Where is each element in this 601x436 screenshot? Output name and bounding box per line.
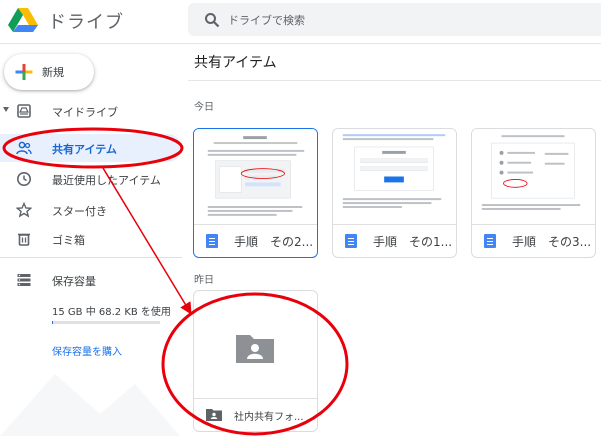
- sidebar-item-my-drive[interactable]: マイドライブ: [0, 97, 182, 125]
- sidebar-item-starred[interactable]: スター付き: [0, 196, 182, 224]
- sidebar-item-label: マイドライブ: [52, 106, 118, 119]
- folder-name: 社内共有フォ...: [234, 412, 304, 423]
- search-input[interactable]: [228, 10, 568, 30]
- new-button-label: 新規: [42, 66, 64, 79]
- sidebar-item-label: スター付き: [52, 205, 107, 218]
- sidebar-item-label: ゴミ箱: [52, 234, 85, 247]
- sidebar-item-shared[interactable]: 共有アイテム: [0, 134, 182, 162]
- sidebar-item-storage[interactable]: 保存容量: [0, 266, 182, 294]
- google-doc-icon: [484, 234, 496, 248]
- storage-usage-fill: [52, 321, 54, 324]
- google-doc-icon: [345, 234, 357, 248]
- file-card[interactable]: 手順 その2...: [193, 128, 318, 258]
- expand-caret-icon[interactable]: [3, 107, 9, 112]
- google-doc-icon: [206, 234, 218, 248]
- file-card[interactable]: 手順 その3...: [471, 128, 596, 258]
- file-card[interactable]: 手順 その1...: [332, 128, 457, 258]
- search-icon[interactable]: [204, 12, 220, 28]
- page-title: 共有アイテム: [194, 55, 277, 71]
- file-name: 手順 その1...: [373, 235, 453, 249]
- document-thumbnail: [333, 129, 456, 225]
- sidebar-divider: [0, 257, 182, 258]
- app-title: ドライブ: [48, 12, 124, 33]
- sidebar-item-recent[interactable]: 最近使用したアイテム: [0, 165, 182, 193]
- storage-usage-bar: [52, 321, 160, 324]
- star-icon: [16, 202, 32, 218]
- file-name: 手順 その3...: [512, 235, 592, 249]
- header-divider: [0, 43, 601, 44]
- shared-folder-icon: [236, 335, 274, 363]
- shared-folder-small-icon: [206, 409, 222, 421]
- google-drive-logo-icon[interactable]: [8, 8, 38, 32]
- storage-usage-text: 15 GB 中 68.2 KB を使用: [52, 307, 171, 318]
- section-label-today: 今日: [194, 102, 214, 113]
- document-thumbnail: [194, 129, 317, 225]
- new-button[interactable]: 新規: [4, 54, 94, 90]
- shared-people-icon: [16, 141, 32, 155]
- file-name: 手順 その2...: [234, 235, 314, 249]
- search-bar[interactable]: [188, 3, 601, 36]
- section-label-yesterday: 昨日: [194, 275, 214, 286]
- storage-label: 保存容量: [52, 275, 96, 288]
- folder-card[interactable]: 社内共有フォ...: [193, 290, 318, 432]
- folder-thumbnail: [194, 291, 317, 399]
- sidebar-item-label: 最近使用したアイテム: [52, 174, 161, 187]
- faint-mountain-watermark: [0, 374, 180, 436]
- trash-icon: [18, 233, 30, 246]
- main-divider: [188, 80, 601, 81]
- sidebar-item-trash[interactable]: ゴミ箱: [0, 225, 182, 253]
- clock-icon: [17, 172, 31, 186]
- storage-icon: [17, 274, 31, 286]
- my-drive-icon: [17, 104, 31, 118]
- plus-icon: [15, 64, 33, 80]
- document-thumbnail: [472, 129, 595, 225]
- sidebar-item-label: 共有アイテム: [52, 143, 117, 156]
